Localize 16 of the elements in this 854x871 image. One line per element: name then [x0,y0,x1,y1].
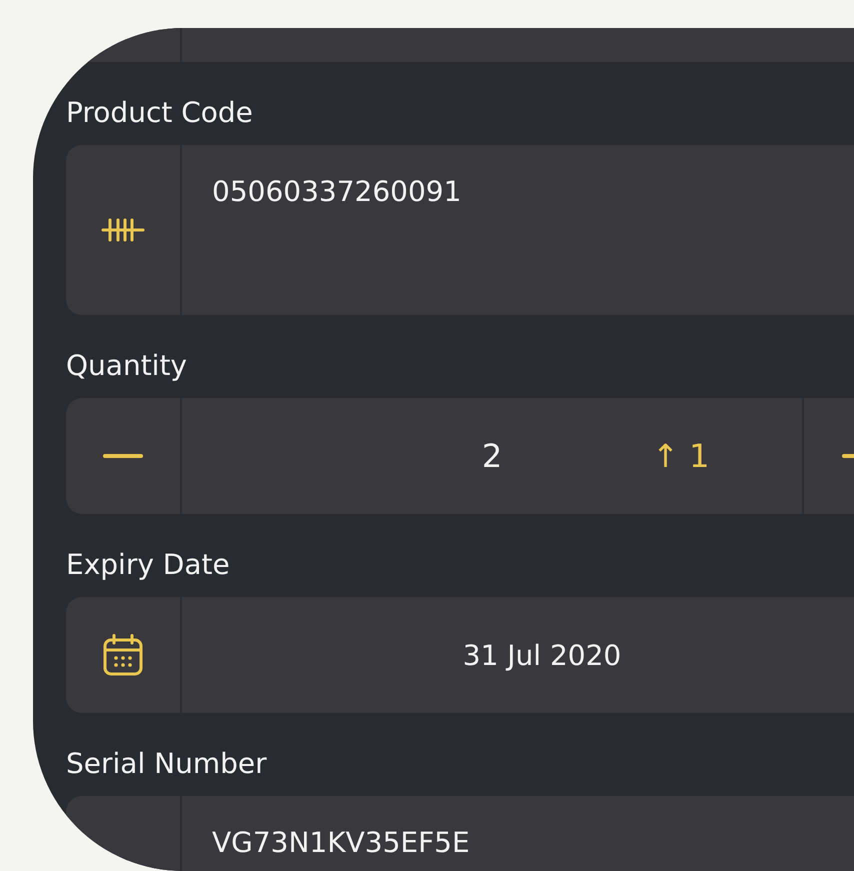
field-value: 05060337260091 [211,174,462,210]
field-value: VG73N1KV35EF5E [211,825,471,861]
text-field[interactable]: 05060337260091 [66,145,854,315]
date-value: 31 Jul 2020 [462,638,622,672]
quantity-value: 2 [482,437,502,475]
field-label: Quantity [66,349,187,382]
field-label: Expiry Date [66,548,230,581]
field-label: Serial Number [66,747,267,780]
field-label: Product Code [66,96,253,129]
minus-icon [103,454,143,458]
barcode-icon [101,218,145,242]
text-field[interactable]: VG73N1KV35EF5E [66,796,854,871]
quantity-change: ↑ 1 [652,437,710,475]
quantity-stepper[interactable]: 2 ↑ 1 [66,398,854,514]
date-field[interactable]: 31 Jul 2020 [66,597,854,713]
calendar-icon [103,634,143,676]
